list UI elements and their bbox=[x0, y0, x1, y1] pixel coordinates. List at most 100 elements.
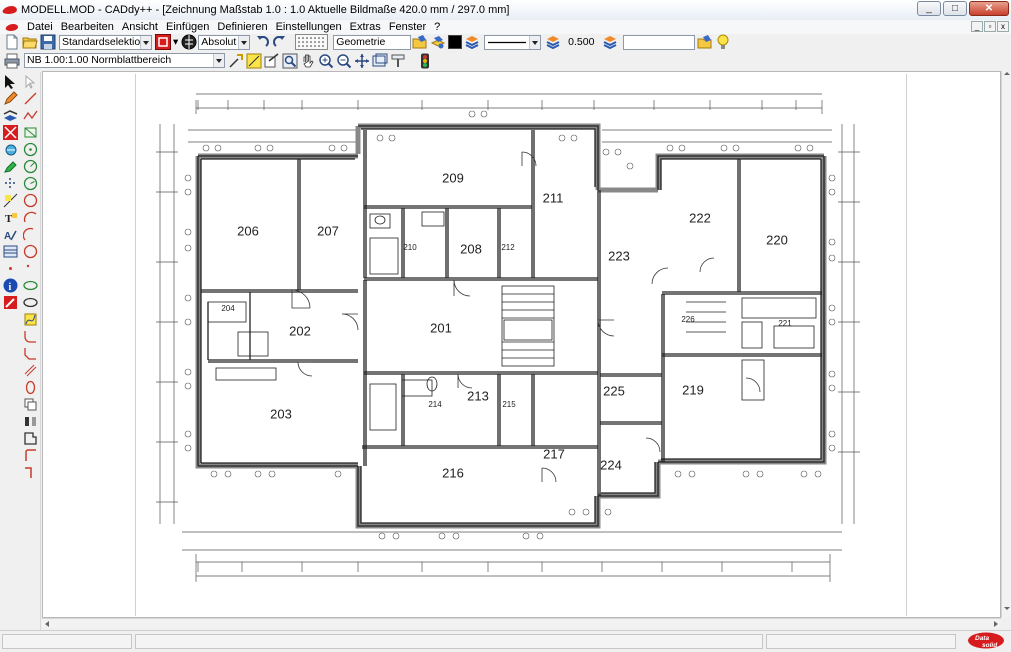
attribute-folder-icon[interactable] bbox=[697, 34, 713, 50]
circle-center-icon[interactable] bbox=[23, 142, 38, 157]
pencil-icon[interactable] bbox=[3, 91, 18, 106]
circle-radius-icon[interactable] bbox=[23, 159, 38, 174]
zoom-out-icon[interactable] bbox=[336, 53, 352, 69]
color-swatch[interactable] bbox=[448, 35, 463, 49]
child-minimize-button[interactable]: _ bbox=[971, 21, 983, 32]
refresh-view-icon[interactable] bbox=[390, 53, 406, 69]
pan-hand-icon[interactable] bbox=[300, 53, 316, 69]
drawing-canvas[interactable]: 209 211 206 207 210 208 212 222 220 223 204 202 201 2… bbox=[42, 71, 1001, 618]
select-arrow-icon[interactable] bbox=[3, 74, 18, 89]
erase-tool-icon[interactable] bbox=[3, 295, 18, 310]
pen-stack-icon-2[interactable] bbox=[602, 34, 618, 50]
dimension-dots-icon[interactable] bbox=[3, 176, 18, 191]
extend-icon[interactable] bbox=[23, 465, 38, 480]
zoom-in-icon[interactable] bbox=[318, 53, 334, 69]
zoom-box-icon[interactable] bbox=[282, 53, 298, 69]
print-icon[interactable] bbox=[4, 53, 20, 69]
info-icon[interactable]: i bbox=[3, 278, 18, 293]
ellipse-icon[interactable] bbox=[23, 278, 38, 293]
undo-icon[interactable] bbox=[254, 34, 270, 50]
zoom-extent-icon[interactable] bbox=[246, 53, 262, 69]
menu-fenster[interactable]: Fenster bbox=[385, 20, 430, 34]
menu-ansicht[interactable]: Ansicht bbox=[118, 20, 162, 34]
marker-icon[interactable] bbox=[3, 159, 18, 174]
drawing-sheet[interactable]: 209 211 206 207 210 208 212 222 220 223 204 202 201 2… bbox=[135, 74, 907, 616]
status-cell-3 bbox=[766, 634, 956, 649]
menu-definieren[interactable]: Definieren bbox=[213, 20, 271, 34]
room-label-224: 224 bbox=[600, 458, 622, 473]
zoom-all-icon[interactable] bbox=[264, 52, 280, 69]
maximize-button[interactable]: □ bbox=[943, 1, 967, 16]
coordinate-mode-select[interactable]: Absolut 2D bbox=[198, 34, 251, 50]
point-icon[interactable] bbox=[3, 261, 18, 276]
child-close-button[interactable]: x bbox=[997, 21, 1009, 32]
text-edit-icon[interactable]: A bbox=[3, 227, 18, 242]
room-label-220: 220 bbox=[766, 233, 788, 248]
hatch-icon[interactable] bbox=[3, 244, 18, 259]
room-label-215: 215 bbox=[502, 400, 516, 409]
layer-folder-icon[interactable] bbox=[412, 34, 428, 50]
offset-icon[interactable] bbox=[23, 448, 38, 463]
trim-tool-icon[interactable] bbox=[3, 125, 18, 140]
menu-bearbeiten[interactable]: Bearbeiten bbox=[57, 20, 118, 34]
chamfer-icon[interactable] bbox=[23, 346, 38, 361]
minimize-button[interactable]: _ bbox=[917, 1, 941, 16]
arc-3point-icon[interactable] bbox=[22, 227, 38, 242]
copy-icon[interactable] bbox=[23, 397, 38, 412]
traffic-light-icon[interactable] bbox=[417, 53, 433, 69]
polyline-icon[interactable] bbox=[23, 108, 38, 123]
pen-width-icon[interactable] bbox=[545, 34, 561, 50]
view-window-icon[interactable] bbox=[372, 53, 388, 69]
menu-datei[interactable]: Datei bbox=[23, 20, 57, 34]
circle-full-icon[interactable] bbox=[23, 244, 38, 259]
vertical-scrollbar[interactable] bbox=[1001, 71, 1011, 618]
snap-globe-icon[interactable] bbox=[181, 34, 197, 50]
text-tool-icon[interactable]: T bbox=[3, 210, 18, 225]
horizontal-scrollbar[interactable] bbox=[42, 618, 1001, 628]
layers-icon[interactable] bbox=[3, 108, 18, 123]
mirror-icon[interactable] bbox=[23, 414, 38, 429]
spline-icon[interactable] bbox=[23, 312, 38, 327]
view-area-select[interactable]: NB 1.00:1.00 Normblattbereich bbox=[24, 53, 225, 68]
shape-edit-icon[interactable] bbox=[3, 142, 18, 157]
redo-icon[interactable] bbox=[272, 34, 288, 50]
layer-manager-icon[interactable] bbox=[430, 34, 446, 50]
circle-3point-icon[interactable] bbox=[23, 176, 38, 191]
rectangle-icon[interactable] bbox=[23, 125, 38, 140]
room-label-203: 203 bbox=[270, 407, 292, 422]
menu-einstellungen[interactable]: Einstellungen bbox=[272, 20, 346, 34]
lightbulb-icon[interactable] bbox=[715, 34, 731, 50]
measure-icon[interactable] bbox=[3, 193, 18, 208]
fillet-icon[interactable] bbox=[23, 329, 38, 344]
open-folder-icon[interactable] bbox=[22, 34, 38, 50]
circle-icon[interactable] bbox=[23, 193, 38, 208]
arc-icon[interactable] bbox=[23, 210, 38, 225]
room-label-208: 208 bbox=[460, 242, 482, 257]
ellipse-arc-icon[interactable] bbox=[23, 295, 38, 310]
move-view-icon[interactable] bbox=[354, 53, 370, 69]
pen-stack-icon[interactable] bbox=[464, 34, 480, 50]
attribute-field[interactable] bbox=[623, 34, 696, 50]
menu-einfuegen[interactable]: Einfügen bbox=[162, 20, 213, 34]
filter-dropdown-icon[interactable]: ▾ bbox=[173, 36, 178, 48]
document-menu-icon[interactable] bbox=[4, 23, 20, 31]
select-cursor-icon[interactable] bbox=[23, 74, 38, 89]
new-file-icon[interactable] bbox=[4, 34, 20, 50]
svg-text:T: T bbox=[5, 213, 13, 225]
child-restore-button[interactable]: ▫ bbox=[984, 21, 996, 32]
menu-help[interactable]: ? bbox=[430, 20, 444, 34]
small-point-icon[interactable] bbox=[23, 261, 38, 276]
stretch-icon[interactable] bbox=[23, 431, 38, 446]
selection-mode-select[interactable]: Standardselektion bbox=[59, 34, 152, 50]
zoom-window-icon[interactable] bbox=[228, 53, 244, 69]
save-icon[interactable] bbox=[40, 34, 56, 50]
select-filter-icon[interactable] bbox=[155, 34, 171, 50]
parallel-icon[interactable] bbox=[23, 363, 38, 378]
menu-extras[interactable]: Extras bbox=[346, 20, 385, 34]
linetype-select[interactable] bbox=[484, 34, 542, 50]
grid-toggle-icon[interactable] bbox=[295, 34, 329, 50]
close-button[interactable]: ✕ bbox=[969, 1, 1009, 16]
layer-field[interactable]: Geometrie bbox=[333, 34, 412, 50]
contour-icon[interactable] bbox=[23, 380, 38, 395]
line-icon[interactable] bbox=[23, 91, 38, 106]
